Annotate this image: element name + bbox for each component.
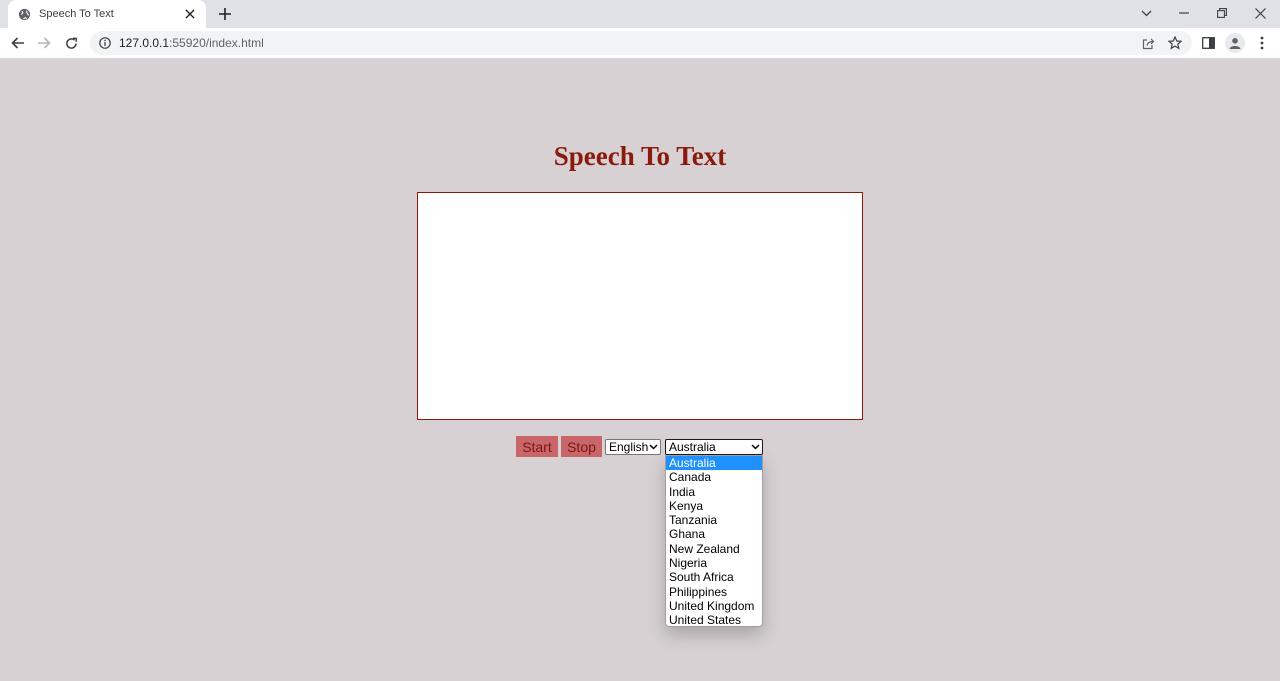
country-select[interactable]: Australia: [665, 439, 763, 455]
kebab-menu-icon[interactable]: [1253, 34, 1271, 52]
country-select-value: Australia: [669, 440, 716, 454]
dropdown-option[interactable]: United Kingdom: [666, 599, 762, 613]
dropdown-option[interactable]: Canada: [666, 470, 762, 484]
reload-icon[interactable]: [62, 34, 80, 52]
chevron-down-icon[interactable]: [1136, 4, 1156, 22]
forward-arrow-icon[interactable]: [35, 34, 53, 52]
back-arrow-icon[interactable]: [9, 34, 27, 52]
language-select[interactable]: English: [605, 439, 661, 455]
tab-title: Speech To Text: [39, 8, 114, 20]
dropdown-option[interactable]: United States: [666, 613, 762, 627]
profile-avatar-icon[interactable]: [1225, 33, 1245, 53]
restore-icon[interactable]: [1212, 4, 1232, 22]
address-bar[interactable]: 127.0.0.1:55920/index.html: [90, 31, 1192, 55]
minimize-icon[interactable]: [1174, 4, 1194, 22]
dropdown-option[interactable]: New Zealand: [666, 542, 762, 556]
dropdown-option[interactable]: Kenya: [666, 499, 762, 513]
close-window-icon[interactable]: [1250, 4, 1270, 22]
dropdown-option[interactable]: South Africa: [666, 570, 762, 584]
bookmark-star-icon[interactable]: [1167, 35, 1183, 51]
browser-toolbar: 127.0.0.1:55920/index.html: [0, 28, 1280, 59]
dropdown-option[interactable]: India: [666, 485, 762, 499]
dropdown-option[interactable]: Ghana: [666, 527, 762, 541]
page-title: Speech To Text: [553, 141, 727, 171]
browser-tab[interactable]: Speech To Text: [8, 0, 206, 28]
dropdown-option[interactable]: Tanzania: [666, 513, 762, 527]
share-icon[interactable]: [1140, 35, 1156, 51]
dropdown-option[interactable]: Australia: [666, 456, 762, 471]
chevron-down-icon: [749, 441, 761, 453]
close-tab-icon[interactable]: [182, 6, 198, 22]
site-info-icon[interactable]: [98, 36, 112, 50]
chevron-down-icon: [648, 441, 659, 453]
language-select-value: English: [609, 440, 649, 454]
stop-button[interactable]: Stop: [561, 436, 602, 457]
side-panel-icon[interactable]: [1199, 34, 1217, 52]
new-tab-icon[interactable]: [216, 5, 234, 23]
dropdown-option[interactable]: Nigeria: [666, 556, 762, 570]
url-text: 127.0.0.1:55920/index.html: [119, 36, 264, 50]
transcript-textarea[interactable]: [417, 192, 863, 420]
start-button[interactable]: Start: [516, 436, 558, 457]
globe-icon: [17, 7, 31, 21]
dropdown-option[interactable]: Philippines: [666, 585, 762, 599]
tab-strip: Speech To Text: [0, 0, 1280, 28]
country-dropdown-list: Australia Canada India Kenya Tanzania Gh…: [665, 455, 763, 627]
